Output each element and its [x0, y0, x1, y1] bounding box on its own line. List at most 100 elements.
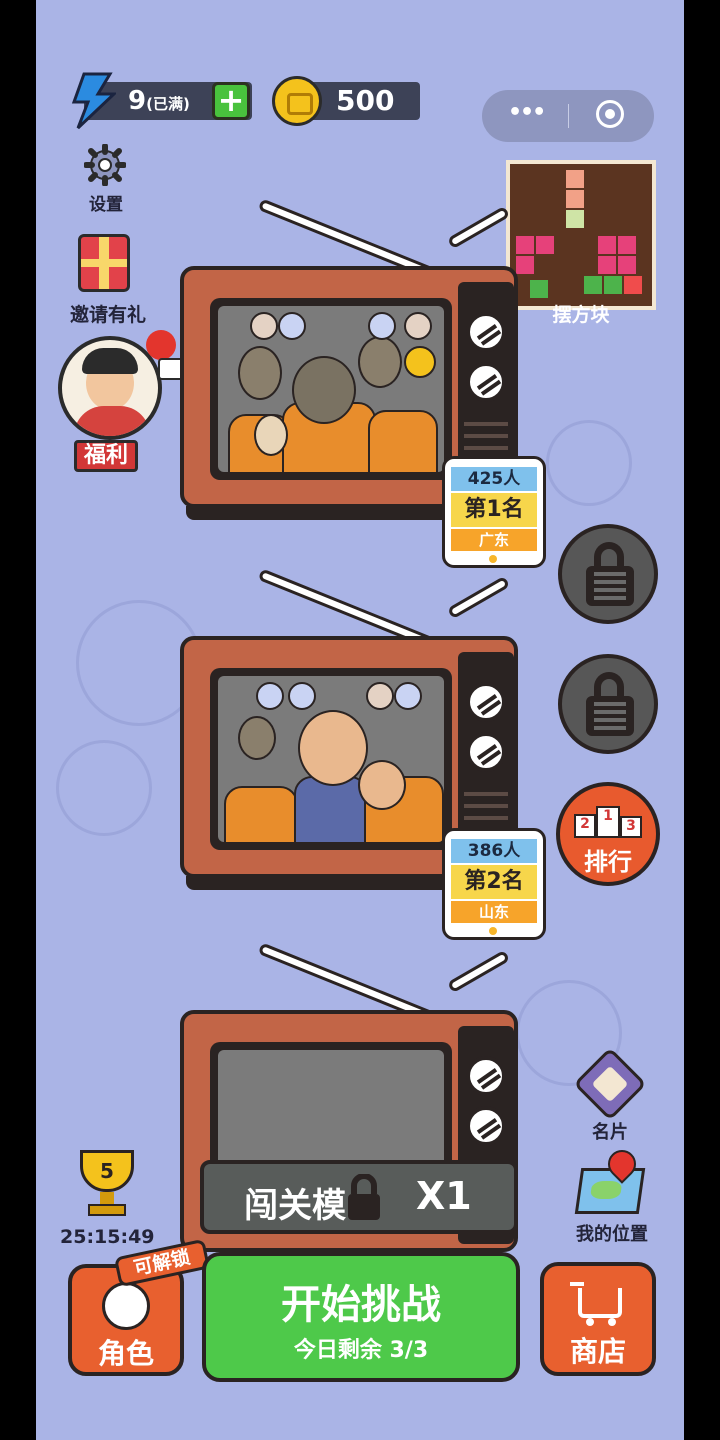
puzzle-block — [624, 276, 642, 294]
challenge-mode-bar[interactable]: 闯关模 X1 — [200, 1160, 518, 1234]
lightning-icon — [71, 72, 116, 130]
rank-card-2[interactable]: 386人 第2名 山东 — [442, 828, 546, 940]
puzzle-block — [536, 236, 554, 254]
avatar-body — [74, 406, 150, 436]
shop-label: 商店 — [569, 1335, 626, 1368]
leaderboard-label: 排行 — [584, 848, 632, 876]
crowd-head — [254, 414, 288, 456]
lock-icon — [586, 566, 634, 606]
tv-vent — [464, 816, 508, 820]
puzzle-block — [618, 236, 636, 254]
tv-knob — [466, 312, 506, 352]
tv-vent — [464, 434, 508, 438]
tv-knob — [466, 732, 506, 772]
countdown-timer: 25:15:49 — [60, 1226, 155, 1248]
tv-vent — [464, 804, 508, 808]
avatar-hair — [82, 348, 138, 374]
crowd-head — [238, 346, 282, 400]
trophy-level: 5 — [80, 1150, 134, 1192]
mode-multiplier: X1 — [416, 1174, 472, 1218]
role-label: 角色 — [97, 1337, 154, 1370]
podium-icon: 2 — [574, 814, 596, 838]
player-avatar — [366, 682, 394, 710]
tv-vent — [464, 792, 508, 796]
capsule-divider — [568, 104, 569, 128]
energy-value: 9(已满) — [128, 86, 190, 116]
tv-knob — [466, 682, 506, 722]
rank-count: 425人 — [451, 467, 537, 491]
gift-icon[interactable] — [78, 234, 130, 292]
puzzle-block — [598, 236, 616, 254]
puzzle-block — [566, 190, 584, 208]
close-miniprogram-icon[interactable] — [596, 100, 624, 128]
miniprogram-capsule: ••• — [482, 90, 654, 142]
gear-icon[interactable] — [84, 144, 126, 186]
rank-card-1[interactable]: 425人 第1名 广东 — [442, 456, 546, 568]
podium-icon: 1 — [596, 806, 620, 838]
coin-icon — [272, 76, 322, 126]
settings-label[interactable]: 设置 — [84, 190, 128, 215]
more-menu-button[interactable]: ••• — [508, 100, 546, 125]
mode-label: 闯关模 — [244, 1186, 346, 1226]
shopping-cart-icon — [570, 1282, 622, 1326]
remaining-attempts: 今日剩余 3/3 — [293, 1338, 429, 1363]
unknown-player-avatar — [288, 682, 316, 710]
crowd-head — [298, 710, 368, 786]
puzzle-block — [598, 256, 616, 274]
rank-place: 第2名 — [451, 865, 537, 899]
shop-button[interactable]: 商店 — [540, 1262, 656, 1376]
puzzle-block — [604, 276, 622, 294]
crowd-head — [358, 760, 406, 810]
trophy-icon[interactable]: 5 — [74, 1150, 140, 1220]
puzzle-block — [566, 170, 584, 188]
welfare-avatar[interactable] — [58, 336, 162, 440]
lock-icon — [348, 1174, 380, 1220]
puzzle-block — [618, 256, 636, 274]
locked-feature-2[interactable] — [558, 654, 658, 754]
map-icon[interactable] — [574, 1168, 646, 1214]
tv-knob — [466, 1106, 506, 1146]
notification-dot — [146, 330, 176, 360]
invite-label[interactable]: 邀请有礼 — [60, 300, 156, 327]
crowd-head — [404, 346, 436, 378]
my-location-label[interactable]: 我的位置 — [564, 1220, 660, 1246]
puzzle-block — [566, 210, 584, 228]
crowd-figure — [224, 786, 298, 842]
tv-vent — [464, 446, 508, 450]
lock-icon — [586, 696, 634, 736]
tv-antenna — [447, 205, 511, 250]
background-doodle — [56, 740, 152, 836]
welfare-button[interactable]: 福利 — [74, 440, 138, 472]
card-label[interactable]: 名片 — [576, 1118, 644, 1144]
rank-place: 第1名 — [451, 493, 537, 527]
trophy-base — [88, 1204, 126, 1216]
rank-region: 山东 — [451, 901, 537, 923]
unknown-player-avatar — [256, 682, 284, 710]
locked-feature-1[interactable] — [558, 524, 658, 624]
start-challenge-label: 开始挑战 — [281, 1282, 441, 1328]
tv-antenna — [447, 949, 511, 994]
crowd-head — [238, 716, 276, 760]
tv-knob — [466, 362, 506, 402]
tv-antenna — [447, 575, 511, 620]
game-screen: 9(已满) + 500 ••• 设置 邀请有礼 得全新角色 福利 — [36, 0, 684, 1440]
rank-region: 广东 — [451, 529, 537, 551]
phone-button-dot — [489, 555, 497, 563]
leaderboard-button[interactable]: 2 1 3 排行 — [556, 782, 660, 886]
phone-button-dot — [489, 927, 497, 935]
start-challenge-button[interactable]: 开始挑战 今日剩余 3/3 — [202, 1252, 520, 1382]
crowd-figure — [368, 410, 438, 472]
player-avatar — [278, 312, 306, 340]
tv-vent — [464, 422, 508, 426]
puzzle-block — [516, 236, 534, 254]
coin-value: 500 — [336, 84, 395, 117]
rank-count: 386人 — [451, 839, 537, 863]
trophy-stem — [100, 1192, 114, 1204]
tv-knob — [466, 1056, 506, 1096]
crowd-head — [358, 336, 402, 388]
tv-screen — [210, 298, 452, 480]
podium-icon: 3 — [620, 816, 642, 838]
unknown-player-avatar — [394, 682, 422, 710]
crowd-head — [292, 356, 356, 424]
add-energy-button[interactable]: + — [212, 82, 250, 120]
